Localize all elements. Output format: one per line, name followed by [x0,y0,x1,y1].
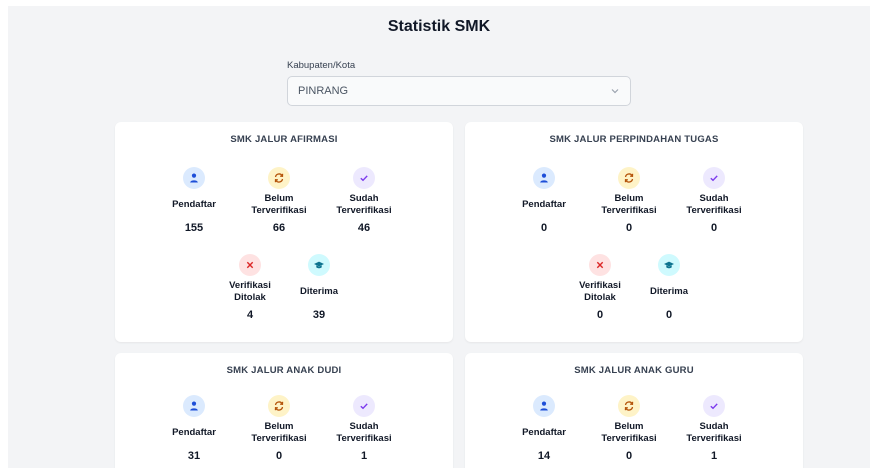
user-icon [533,167,555,189]
stat-value: 31 [187,450,201,462]
kabupaten-selected-value: PINRANG [298,85,349,97]
stat-value: 1 [360,450,368,462]
x-icon [239,254,261,276]
card-perpindahan-tugas: SMK JALUR PERPINDAHAN TUGAS Pendaftar 0 … [465,122,803,342]
stat-value: 46 [357,222,371,234]
stat-label: Pendaftar [522,199,566,210]
card-title: SMK JALUR PERPINDAHAN TUGAS [549,134,719,145]
check-icon [703,395,725,417]
stat-value: 66 [272,222,286,234]
stat-label: Verifikasi Ditolak [229,280,271,303]
check-icon [703,167,725,189]
stat-verifikasi-ditolak: Verifikasi Ditolak 0 [560,254,640,321]
card-anak-dudi: SMK JALUR ANAK DUDI Pendaftar 31 Belum Te… [115,353,453,468]
stat-sudah-terverifikasi: Sudah Terverifikasi 46 [324,167,404,234]
card-afirmasi: SMK JALUR AFIRMASI Pendaftar 155 Belum Te… [115,122,453,342]
stat-value: 0 [275,450,283,462]
card-title: SMK JALUR AFIRMASI [230,134,338,145]
stat-verifikasi-ditolak: Verifikasi Ditolak 4 [210,254,290,321]
stat-sudah-terverifikasi: Sudah Terverifikasi 0 [674,167,754,234]
stat-value: 14 [537,450,551,462]
stat-label: Belum Terverifikasi [251,421,307,444]
stat-belum-terverifikasi: Belum Terverifikasi 66 [239,167,319,234]
stat-value: 0 [625,222,633,234]
stat-label: Diterima [649,286,688,297]
kabupaten-label: Kabupaten/Kota [287,60,356,71]
graduation-cap-icon [658,254,680,276]
stat-value: 0 [625,450,633,462]
stat-value: 4 [246,309,254,321]
stat-diterima: Diterima 39 [279,254,359,321]
x-icon [589,254,611,276]
stat-pendaftar: Pendaftar 155 [154,167,234,234]
stat-sudah-terverifikasi: Sudah Terverifikasi 1 [324,395,404,462]
chevron-down-icon [610,86,620,96]
check-icon [353,167,375,189]
user-icon [183,395,205,417]
stat-belum-terverifikasi: Belum Terverifikasi 0 [589,395,669,462]
stat-label: Belum Terverifikasi [251,193,307,216]
card-anak-guru: SMK JALUR ANAK GURU Pendaftar 14 Belum Te… [465,353,803,468]
card-title: SMK JALUR ANAK DUDI [226,365,342,376]
user-icon [533,395,555,417]
stat-sudah-terverifikasi: Sudah Terverifikasi 1 [674,395,754,462]
stat-label: Pendaftar [172,199,216,210]
stat-diterima: Diterima 0 [629,254,709,321]
stat-label: Pendaftar [522,427,566,438]
stat-value: 39 [312,309,326,321]
stat-value: 155 [184,222,204,234]
stat-value: 0 [540,222,548,234]
refresh-icon [618,167,640,189]
stat-label: Diterima [299,286,338,297]
stat-value: 1 [710,450,718,462]
stat-label: Sudah Terverifikasi [686,193,742,216]
stat-belum-terverifikasi: Belum Terverifikasi 0 [589,167,669,234]
stat-value: 0 [665,309,673,321]
refresh-icon [268,167,290,189]
stat-label: Verifikasi Ditolak [579,280,621,303]
user-icon [183,167,205,189]
stat-label: Pendaftar [172,427,216,438]
check-icon [353,395,375,417]
stat-pendaftar: Pendaftar 14 [504,395,584,462]
stat-label: Belum Terverifikasi [601,421,657,444]
stat-value: 0 [710,222,718,234]
stat-label: Sudah Terverifikasi [336,421,392,444]
stat-belum-terverifikasi: Belum Terverifikasi 0 [239,395,319,462]
stat-pendaftar: Pendaftar 0 [504,167,584,234]
graduation-cap-icon [308,254,330,276]
refresh-icon [618,395,640,417]
stat-pendaftar: Pendaftar 31 [154,395,234,462]
stat-label: Belum Terverifikasi [601,193,657,216]
card-title: SMK JALUR ANAK GURU [574,365,694,376]
page: Statistik SMK Kabupaten/Kota PINRANG SMK… [8,6,870,468]
stat-value: 0 [596,309,604,321]
stat-label: Sudah Terverifikasi [336,193,392,216]
refresh-icon [268,395,290,417]
page-title: Statistik SMK [387,18,491,35]
kabupaten-select[interactable]: PINRANG [287,76,631,106]
stat-label: Sudah Terverifikasi [686,421,742,444]
